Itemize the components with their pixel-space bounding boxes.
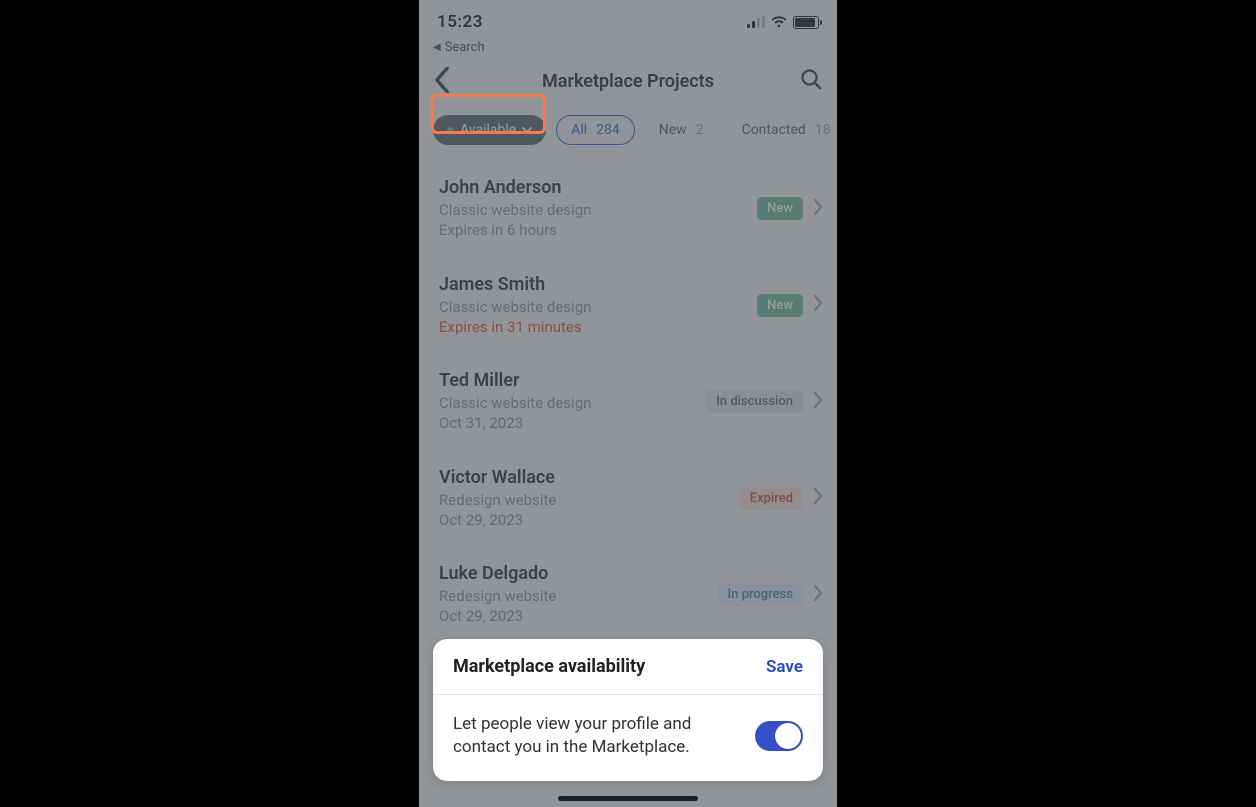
search-button[interactable] <box>799 67 823 95</box>
page-title: Marketplace Projects <box>542 71 714 92</box>
save-button[interactable]: Save <box>766 657 803 677</box>
cellular-signal-icon <box>747 16 765 28</box>
project-meta: Expires in 6 hours <box>439 220 747 240</box>
sheet-description: Let people view your profile and contact… <box>453 713 741 759</box>
status-badge: In progress <box>718 583 803 606</box>
page-header: Marketplace Projects <box>419 61 837 101</box>
project-client-name: John Anderson <box>439 177 747 198</box>
project-row-body: Ted MillerClassic website designOct 31, … <box>439 370 696 434</box>
project-row[interactable]: John AndersonClassic website designExpir… <box>439 161 837 258</box>
back-triangle-icon: ◀ <box>433 42 441 53</box>
project-meta: Oct 31, 2023 <box>439 413 696 433</box>
chevron-right-icon <box>813 392 823 412</box>
home-indicator[interactable] <box>558 796 698 801</box>
project-list[interactable]: John AndersonClassic website designExpir… <box>419 161 837 643</box>
wifi-icon <box>771 16 787 28</box>
status-badge: In discussion <box>706 390 803 413</box>
filter-contacted[interactable]: Contacted 18 <box>728 115 837 145</box>
filter-all[interactable]: All 284 <box>556 115 635 145</box>
project-row[interactable]: Victor WallaceRedesign websiteOct 29, 20… <box>439 451 837 548</box>
breadcrumb-back-search[interactable]: ◀ Search <box>419 36 837 61</box>
chevron-right-icon <box>813 295 823 315</box>
project-client-name: Victor Wallace <box>439 467 730 488</box>
project-row-body: Victor WallaceRedesign websiteOct 29, 20… <box>439 467 730 531</box>
project-description: Classic website design <box>439 297 747 317</box>
filter-contacted-count: 18 <box>815 122 831 138</box>
availability-toggle[interactable] <box>755 721 803 751</box>
phone-frame: 15:23 ◀ Search Marketplace Projects Avai… <box>419 0 837 807</box>
filter-all-label: All <box>571 122 587 138</box>
filter-new[interactable]: New 2 <box>645 115 718 145</box>
filter-new-count: 2 <box>696 122 704 138</box>
status-badge: New <box>757 294 803 317</box>
chevron-right-icon <box>813 199 823 219</box>
filter-contacted-label: Contacted <box>742 122 806 138</box>
project-row-body: James SmithClassic website designExpires… <box>439 274 747 338</box>
project-row-body: Luke DelgadoRedesign websiteOct 29, 2023 <box>439 563 708 627</box>
sheet-title: Marketplace availability <box>453 656 645 677</box>
filter-all-count: 284 <box>596 122 620 138</box>
sheet-header: Marketplace availability Save <box>433 639 823 695</box>
availability-filter-pill[interactable]: Available <box>433 115 546 145</box>
status-icons <box>747 16 819 29</box>
back-button[interactable] <box>433 67 451 97</box>
project-description: Classic website design <box>439 200 747 220</box>
project-row[interactable]: Luke DelgadoRedesign websiteOct 29, 2023… <box>439 547 837 643</box>
filter-bar[interactable]: Available All 284 New 2 Contacted 18 I <box>419 101 837 161</box>
chevron-right-icon <box>813 585 823 605</box>
project-client-name: James Smith <box>439 274 747 295</box>
project-row-body: John AndersonClassic website designExpir… <box>439 177 747 241</box>
project-row[interactable]: Ted MillerClassic website designOct 31, … <box>439 354 837 451</box>
project-client-name: Luke Delgado <box>439 563 708 584</box>
status-bar: 15:23 <box>419 8 837 36</box>
availability-label: Available <box>460 122 516 138</box>
project-row[interactable]: James SmithClassic website designExpires… <box>439 258 837 355</box>
status-badge: New <box>757 197 803 220</box>
project-meta: Oct 29, 2023 <box>439 510 730 530</box>
status-badge: Expired <box>740 487 803 510</box>
filter-new-label: New <box>659 122 687 138</box>
battery-icon <box>793 16 819 29</box>
status-time: 15:23 <box>437 12 483 32</box>
availability-sheet: Marketplace availability Save Let people… <box>433 639 823 781</box>
sheet-body: Let people view your profile and contact… <box>433 695 823 781</box>
project-description: Classic website design <box>439 393 696 413</box>
project-description: Redesign website <box>439 490 730 510</box>
chevron-down-icon <box>522 125 532 135</box>
breadcrumb-label: Search <box>445 40 485 55</box>
availability-dot-icon <box>447 127 454 134</box>
project-meta: Expires in 31 minutes <box>439 317 747 337</box>
project-description: Redesign website <box>439 586 708 606</box>
chevron-right-icon <box>813 488 823 508</box>
project-meta: Oct 29, 2023 <box>439 606 708 626</box>
toggle-knob-icon <box>775 723 801 749</box>
project-client-name: Ted Miller <box>439 370 696 391</box>
